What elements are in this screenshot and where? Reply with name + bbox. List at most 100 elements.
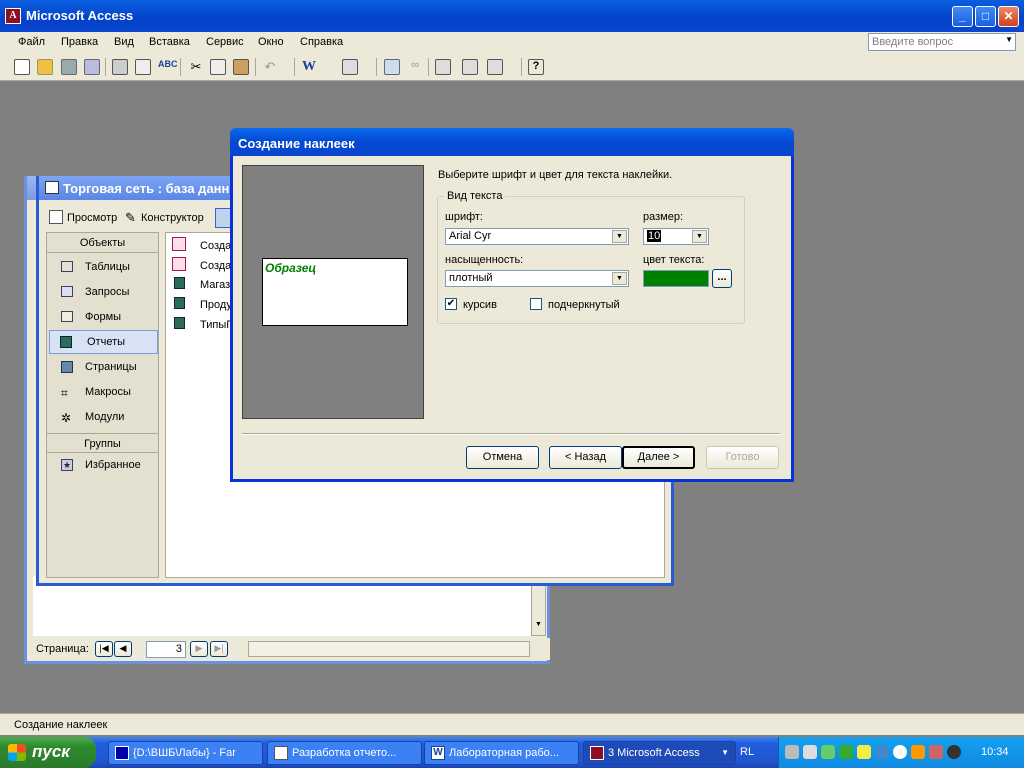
office-links-icon[interactable]: W [302, 59, 318, 75]
forms-icon [61, 311, 73, 322]
menu-edit[interactable]: Правка [61, 36, 98, 48]
first-page-button[interactable]: |◀ [95, 641, 113, 657]
taskbar-item-access[interactable]: 3 Microsoft Access ▼ [583, 741, 736, 765]
tray-app-icon[interactable] [911, 745, 925, 759]
taskbar-item-far[interactable]: {D:\ВШБ\Лабы} - Far [108, 741, 263, 765]
back-button[interactable]: < Назад [549, 446, 622, 469]
taskbar-item-report-doc[interactable]: Разработка отчето... [267, 741, 422, 765]
menu-insert[interactable]: Вставка [149, 36, 190, 48]
menu-help[interactable]: Справка [300, 36, 343, 48]
prev-page-button[interactable]: ◀ [114, 641, 132, 657]
objects-item-macros[interactable]: Макросы [85, 386, 131, 398]
finish-button[interactable]: Готово [706, 446, 779, 469]
font-select[interactable]: Arial Cyr ▼ [445, 228, 629, 245]
design-button[interactable]: Конструктор [141, 212, 204, 224]
last-page-button[interactable]: ▶| [210, 641, 228, 657]
objects-header: Объекты [47, 233, 158, 253]
reports-label: Отчеты [87, 336, 126, 348]
weight-select[interactable]: плотный ▼ [445, 270, 629, 287]
scroll-down-icon[interactable]: ▼ [532, 621, 545, 635]
tray-app-icon[interactable] [929, 745, 943, 759]
file-search-icon[interactable] [84, 59, 100, 75]
chevron-down-icon[interactable]: ▼ [612, 272, 627, 285]
color-swatch [643, 270, 709, 287]
next-page-button[interactable]: ▶ [190, 641, 208, 657]
underline-checkbox[interactable] [530, 298, 542, 310]
list-item[interactable]: Проду [200, 299, 232, 311]
help-icon[interactable]: ? [528, 59, 544, 75]
undo-icon[interactable]: ↶ [262, 59, 278, 75]
tray-app-icon[interactable] [857, 745, 871, 759]
code-icon[interactable] [384, 59, 400, 75]
objects-item-forms[interactable]: Формы [85, 311, 121, 323]
favorites-icon: ★ [61, 459, 73, 471]
script-icon[interactable]: ∞ [407, 59, 423, 75]
preview-button[interactable]: Просмотр [67, 212, 117, 224]
tray-app-icon[interactable] [875, 745, 889, 759]
ask-question-placeholder: Введите вопрос [872, 36, 954, 48]
open-icon[interactable] [37, 59, 53, 75]
tray-app-icon[interactable] [821, 745, 835, 759]
print-icon[interactable] [112, 59, 128, 75]
document-icon [274, 746, 288, 760]
tray-printer-icon[interactable] [785, 745, 799, 759]
new-icon[interactable] [14, 59, 30, 75]
chevron-down-icon[interactable]: ▼ [692, 230, 707, 243]
taskbar-item-lab-doc[interactable]: W Лабораторная рабо... [424, 741, 579, 765]
minimize-button[interactable]: _ [952, 6, 973, 27]
ask-question-box[interactable]: Введите вопрос ▼ [868, 33, 1016, 51]
relationships-icon[interactable] [462, 59, 478, 75]
menu-window[interactable]: Окно [258, 36, 284, 48]
italic-checkbox[interactable]: ✔ [445, 298, 457, 310]
list-item[interactable]: Магаз [200, 279, 230, 291]
color-picker-button[interactable]: ... [712, 269, 732, 288]
list-item[interactable]: Созда [200, 260, 231, 272]
paste-icon[interactable] [233, 59, 249, 75]
objects-item-pages[interactable]: Страницы [85, 361, 137, 373]
print-preview-icon[interactable] [135, 59, 151, 75]
tray-app-icon[interactable] [839, 745, 853, 759]
objects-item-reports[interactable]: Отчеты [49, 330, 158, 354]
page-number-field[interactable]: 3 [146, 641, 186, 658]
app-titlebar: A Microsoft Access _ □ ✕ [0, 0, 1024, 32]
chevron-down-icon[interactable]: ▼ [612, 230, 627, 243]
start-button[interactable]: пуск [0, 737, 96, 768]
save-icon[interactable] [61, 59, 77, 75]
properties-icon[interactable] [435, 59, 451, 75]
analyze-icon[interactable] [342, 59, 358, 75]
tray-app-icon[interactable] [947, 745, 961, 759]
menu-view[interactable]: Вид [114, 36, 134, 48]
size-select[interactable]: 10 ▼ [643, 228, 709, 245]
tray-network-icon[interactable] [803, 745, 817, 759]
access-app-icon[interactable]: A [5, 8, 21, 24]
app-title: Microsoft Access [26, 8, 134, 23]
status-text: Создание наклеек [14, 719, 108, 731]
tray-clock-icon[interactable] [893, 745, 907, 759]
list-item[interactable]: Созда [200, 240, 231, 252]
maximize-button[interactable]: □ [975, 6, 996, 27]
objects-item-tables[interactable]: Таблицы [85, 261, 130, 273]
objects-item-modules[interactable]: Модули [85, 411, 124, 423]
language-indicator[interactable]: RL [740, 746, 754, 758]
objects-item-queries[interactable]: Запросы [85, 286, 129, 298]
new-object-icon[interactable] [487, 59, 503, 75]
pages-icon [61, 361, 73, 373]
macros-icon: ⌗ [61, 386, 68, 400]
taskbar-item-label: Разработка отчето... [292, 747, 397, 759]
cut-icon[interactable]: ✂ [188, 59, 204, 75]
groups-item-favorites[interactable]: Избранное [85, 459, 141, 471]
taskbar-item-label: Лабораторная рабо... [449, 747, 559, 759]
cancel-button[interactable]: Отмена [466, 446, 539, 469]
spelling-icon[interactable]: ABC [158, 59, 178, 75]
menu-tools[interactable]: Сервис [206, 36, 244, 48]
vertical-scrollbar[interactable]: ▼ [531, 584, 546, 636]
close-button[interactable]: ✕ [998, 6, 1019, 27]
size-select-value: 10 [647, 230, 662, 242]
chevron-down-icon[interactable]: ▼ [1005, 35, 1013, 44]
next-button[interactable]: Далее > [622, 446, 695, 469]
menu-file[interactable]: Файл [18, 36, 45, 48]
horizontal-scrollbar[interactable] [248, 641, 530, 657]
preview-icon [49, 210, 63, 224]
chevron-down-icon[interactable]: ▼ [721, 748, 729, 757]
copy-icon[interactable] [210, 59, 226, 75]
